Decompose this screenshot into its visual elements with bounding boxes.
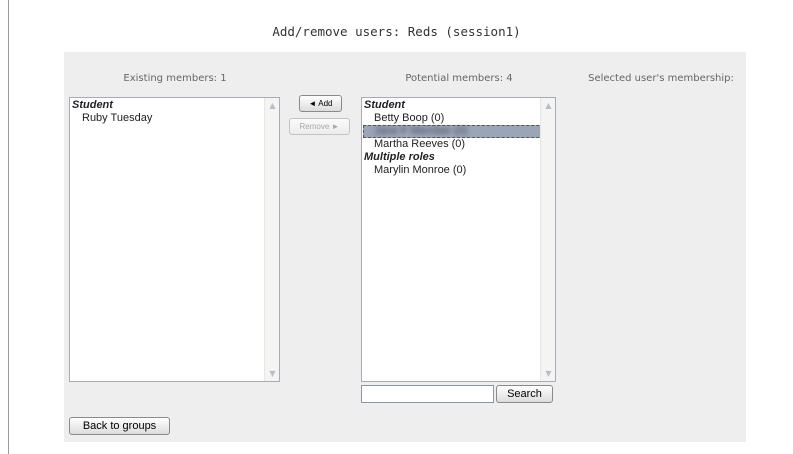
potential-member-option[interactable]: Marylin Monroe (0) bbox=[363, 164, 555, 177]
potential-members-label: Potential members: 4 bbox=[405, 73, 513, 84]
potential-members-list[interactable]: Student Betty Boop (0) Jane F Member (0)… bbox=[361, 97, 556, 382]
selected-user-membership-label: Selected user's membership: bbox=[588, 73, 734, 84]
add-button[interactable]: ◄ Add bbox=[299, 95, 342, 112]
optgroup-multiple-roles: Multiple roles bbox=[364, 151, 435, 163]
scroll-up-icon[interactable]: ▲ bbox=[265, 98, 279, 113]
scroll-up-icon[interactable]: ▲ bbox=[541, 98, 555, 113]
existing-members-label: Existing members: 1 bbox=[123, 73, 227, 84]
optgroup-student: Student bbox=[364, 99, 405, 111]
potential-member-option[interactable]: Martha Reeves (0) bbox=[363, 138, 555, 151]
scroll-down-icon[interactable]: ▼ bbox=[265, 366, 279, 381]
left-divider bbox=[8, 0, 9, 454]
existing-members-list[interactable]: Student Ruby Tuesday ▲ ▼ bbox=[69, 97, 280, 382]
scroll-down-icon[interactable]: ▼ bbox=[541, 366, 555, 381]
existing-list-scrollbar[interactable]: ▲ ▼ bbox=[264, 98, 279, 381]
potential-member-option[interactable]: Betty Boop (0) bbox=[363, 112, 555, 125]
remove-button[interactable]: Remove ► bbox=[289, 118, 350, 135]
search-button[interactable]: Search bbox=[496, 385, 553, 403]
member-option[interactable]: Ruby Tuesday bbox=[71, 112, 279, 125]
potential-list-scrollbar[interactable]: ▲ ▼ bbox=[540, 98, 555, 381]
potential-member-option-selected[interactable]: Jane F Member (0) bbox=[363, 125, 554, 138]
blurred-member-name: Jane F Member (0) bbox=[374, 125, 468, 137]
page-title: Add/remove users: Reds (session1) bbox=[272, 24, 521, 39]
search-input[interactable] bbox=[361, 385, 494, 403]
back-to-groups-button[interactable]: Back to groups bbox=[69, 417, 170, 435]
optgroup-student: Student bbox=[72, 99, 113, 111]
